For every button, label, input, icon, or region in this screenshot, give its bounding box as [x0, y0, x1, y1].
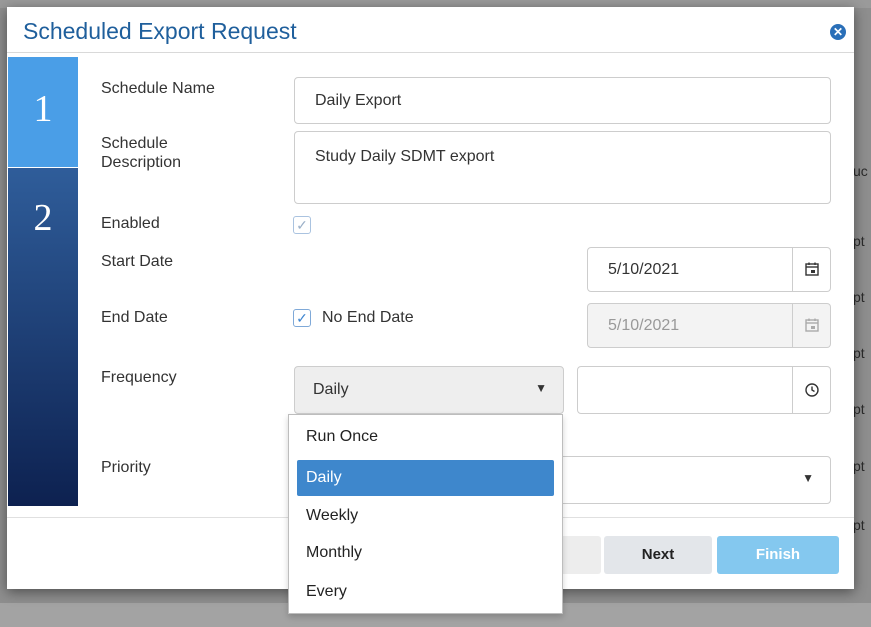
background-text-fragment: pt [853, 401, 865, 417]
close-icon[interactable]: ✕ [830, 24, 846, 40]
dropdown-option-every[interactable]: Every [297, 574, 554, 610]
step-number: 2 [33, 197, 53, 239]
calendar-icon [793, 303, 831, 348]
wizard-step-2[interactable]: 2 [8, 168, 78, 506]
no-end-date-label: No End Date [322, 309, 414, 326]
frequency-select[interactable]: Daily ▼ [294, 366, 564, 414]
enabled-checkbox[interactable]: ✓ [293, 216, 311, 234]
time-input[interactable] [577, 366, 793, 414]
dropdown-option-run-once[interactable]: Run Once [297, 419, 554, 455]
wizard-step-1[interactable]: 1 [8, 57, 78, 167]
next-button[interactable]: Next [604, 536, 712, 574]
dropdown-option-weekly[interactable]: Weekly [297, 498, 554, 534]
end-date-input [587, 303, 793, 348]
schedule-name-input[interactable] [294, 77, 831, 124]
frequency-selected-value: Daily [313, 381, 349, 398]
enabled-label: Enabled [101, 215, 160, 232]
background-text-fragment: pt [853, 345, 865, 361]
background-text-fragment: pt [853, 517, 865, 533]
step-number: 1 [33, 88, 53, 130]
dropdown-option-daily[interactable]: Daily [297, 460, 554, 496]
clock-icon[interactable] [793, 366, 831, 414]
frequency-label: Frequency [101, 369, 177, 386]
chevron-down-icon: ▼ [802, 471, 814, 485]
start-date-input[interactable] [587, 247, 793, 292]
dropdown-option-monthly[interactable]: Monthly [297, 535, 554, 571]
schedule-description-input[interactable]: Study Daily SDMT export [294, 131, 831, 204]
priority-label: Priority [101, 459, 151, 476]
modal-header: Scheduled Export Request ✕ [7, 7, 854, 53]
schedule-name-label: Schedule Name [101, 80, 215, 97]
finish-button[interactable]: Finish [717, 536, 839, 574]
background-text-fragment: uc [853, 163, 868, 179]
background-text-fragment: pt [853, 289, 865, 305]
start-date-label: Start Date [101, 253, 174, 270]
end-date-label: End Date [101, 309, 168, 326]
frequency-dropdown-list: Run Once Daily Weekly Monthly Every [288, 414, 563, 614]
background-text-fragment: pt [853, 458, 865, 474]
modal-title: Scheduled Export Request [23, 18, 297, 44]
background-text-fragment: pt [853, 233, 865, 249]
schedule-description-label: Schedule Description [101, 135, 182, 171]
chevron-down-icon: ▼ [535, 381, 547, 395]
calendar-icon[interactable] [793, 247, 831, 292]
no-end-date-checkbox[interactable]: ✓ [293, 309, 311, 327]
